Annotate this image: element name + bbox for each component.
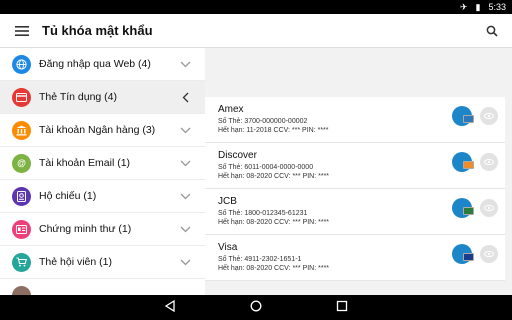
hamburger-icon[interactable]: [8, 17, 36, 45]
eye-icon[interactable]: [480, 153, 498, 171]
chevron-down-icon[interactable]: [175, 160, 195, 167]
category-label: Đăng nhập qua Web (4): [39, 58, 151, 70]
chevron-down-icon[interactable]: [175, 127, 195, 134]
category-item-passport[interactable]: Hộ chiếu (1): [0, 180, 205, 213]
entry-name: Visa: [218, 242, 238, 253]
recents-icon[interactable]: [336, 299, 348, 317]
credit-card-icon: [12, 87, 31, 107]
category-item-web-login[interactable]: Đăng nhập qua Web (4): [0, 48, 205, 81]
category-item-partial[interactable]: [0, 279, 205, 295]
entry-list-panel: Amex Số Thẻ: 3700-000000-00002 Hết hạn: …: [205, 48, 512, 295]
entry-card-number: Số Thẻ: 3700-000000-00002: [218, 118, 308, 125]
list-item[interactable]: Amex Số Thẻ: 3700-000000-00002 Hết hạn: …: [205, 97, 505, 143]
back-icon[interactable]: [164, 299, 176, 317]
id-card-icon: [12, 219, 31, 239]
category-item-bank[interactable]: Tài khoản Ngân hàng (3): [0, 114, 205, 147]
entry-details: Hết hạn: 08-2020 CCV: *** PIN: ****: [218, 219, 330, 226]
category-item-id-card[interactable]: Chứng minh thư (1): [0, 213, 205, 246]
category-label: Tài khoản Ngân hàng (3): [39, 124, 156, 136]
entry-details: Hết hạn: 08-2020 CCV: *** PIN: ****: [218, 265, 330, 272]
app-title: Tủ khóa mật khẩu: [42, 23, 153, 38]
category-label: Chứng minh thư (1): [39, 223, 132, 235]
status-time: 5:33: [488, 2, 506, 12]
bank-icon: [12, 120, 31, 140]
entry-card-number: Số Thẻ: 6011-0004-0000-0000: [218, 164, 314, 171]
system-nav-bar: [0, 295, 512, 320]
entry-name: JCB: [218, 196, 237, 207]
card-brand-icon: [463, 253, 474, 261]
category-sidebar: Đăng nhập qua Web (4) Thẻ Tín dụng (4) T…: [0, 48, 205, 295]
at-icon: @: [12, 153, 31, 173]
category-label: Tài khoản Email (1): [39, 157, 131, 169]
eye-icon[interactable]: [480, 199, 498, 217]
list-item[interactable]: Discover Số Thẻ: 6011-0004-0000-0000 Hết…: [205, 143, 505, 189]
globe-icon: [12, 54, 31, 74]
category-item-credit-card[interactable]: Thẻ Tín dụng (4): [0, 81, 205, 114]
chevron-down-icon[interactable]: [175, 61, 195, 68]
category-item-email[interactable]: @ Tài khoản Email (1): [0, 147, 205, 180]
app-bar: Tủ khóa mật khẩu: [0, 14, 512, 48]
home-icon[interactable]: [250, 299, 262, 317]
entry-name: Discover: [218, 150, 257, 161]
entry-list: Amex Số Thẻ: 3700-000000-00002 Hết hạn: …: [205, 97, 505, 281]
battery-icon: ▮: [475, 1, 481, 12]
card-brand-icon: [463, 115, 474, 123]
entry-details: Hết hạn: 11-2018 CCV: *** PIN: ****: [218, 127, 329, 134]
category-icon-partial: [12, 285, 31, 295]
entry-card-number: Số Thẻ: 1800-012345-61231: [218, 210, 308, 217]
card-brand-icon: [463, 161, 474, 169]
eye-icon[interactable]: [480, 245, 498, 263]
chevron-left-icon[interactable]: [175, 92, 195, 103]
eye-icon[interactable]: [480, 107, 498, 125]
cart-icon: [12, 252, 31, 272]
list-item[interactable]: Visa Số Thẻ: 4911-2302-1651-1 Hết hạn: 0…: [205, 235, 505, 281]
chevron-down-icon[interactable]: [175, 193, 195, 200]
entry-card-number: Số Thẻ: 4911-2302-1651-1: [218, 256, 302, 263]
category-item-membership[interactable]: Thẻ hội viên (1): [0, 246, 205, 279]
entry-name: Amex: [218, 104, 244, 115]
airplane-icon: ✈: [459, 1, 468, 12]
category-label: Hộ chiếu (1): [39, 190, 97, 202]
entry-details: Hết hạn: 08-2020 CCV: *** PIN: ****: [218, 173, 330, 180]
search-icon[interactable]: [480, 19, 504, 43]
status-bar: ✈ ▮ 5:33: [0, 0, 512, 14]
passport-icon: [12, 186, 31, 206]
card-brand-icon: [463, 207, 474, 215]
category-label: Thẻ hội viên (1): [39, 256, 112, 268]
chevron-down-icon[interactable]: [175, 259, 195, 266]
category-label: Thẻ Tín dụng (4): [39, 91, 118, 103]
list-item[interactable]: JCB Số Thẻ: 1800-012345-61231 Hết hạn: 0…: [205, 189, 505, 235]
chevron-down-icon[interactable]: [175, 226, 195, 233]
